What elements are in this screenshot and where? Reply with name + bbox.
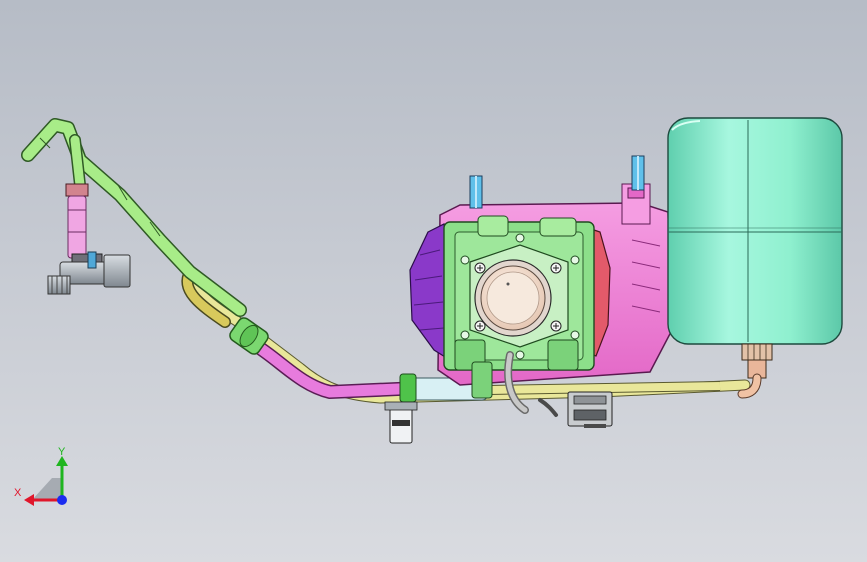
water-tank[interactable]	[667, 117, 843, 345]
triad-plane	[32, 478, 62, 500]
blue-nozzle-left[interactable]	[469, 175, 483, 209]
blue-nozzle-right[interactable]	[631, 155, 645, 191]
hose-clip[interactable]	[384, 401, 418, 444]
cad-viewport[interactable]: Y X	[0, 0, 867, 562]
pump-block[interactable]	[443, 215, 595, 371]
electrical-connector[interactable]	[567, 391, 613, 428]
y-axis-label: Y	[58, 446, 66, 458]
z-axis-dot	[57, 495, 67, 505]
coordinate-triad: Y X	[14, 446, 68, 506]
x-axis-label: X	[14, 487, 22, 499]
x-axis-arrow	[24, 494, 34, 506]
